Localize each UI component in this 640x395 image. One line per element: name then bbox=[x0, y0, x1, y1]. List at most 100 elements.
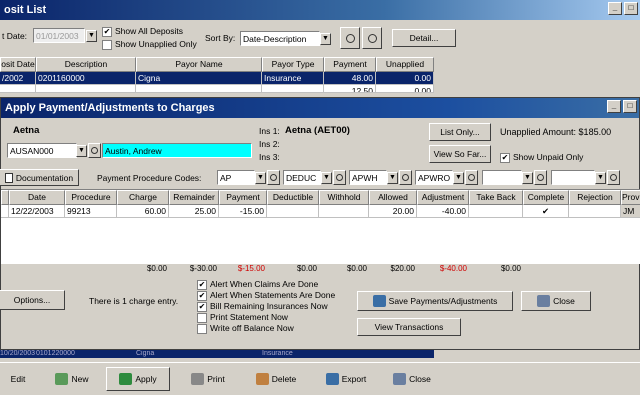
column-header[interactable]: Description bbox=[36, 57, 136, 72]
provider-cell[interactable]: JM bbox=[621, 205, 640, 218]
minimize-icon[interactable]: _ bbox=[608, 2, 622, 15]
apply-button[interactable]: Apply bbox=[106, 367, 170, 391]
code-select-3[interactable]: APWH bbox=[349, 170, 387, 185]
code-select-1[interactable]: AP bbox=[217, 170, 255, 185]
new-button[interactable]: New bbox=[44, 367, 100, 391]
printer-icon bbox=[191, 373, 205, 385]
column-header[interactable]: Deductible bbox=[267, 190, 319, 205]
search-icon[interactable] bbox=[465, 170, 478, 185]
search-icon[interactable] bbox=[607, 170, 620, 185]
unapplied-amount: Unapplied Amount: $185.00 bbox=[500, 127, 612, 137]
options-button[interactable]: Options... bbox=[0, 290, 65, 310]
search-icon[interactable] bbox=[340, 27, 360, 49]
column-header[interactable]: Complete bbox=[523, 190, 569, 205]
search-icon[interactable] bbox=[534, 170, 547, 185]
column-header[interactable]: Payment bbox=[219, 190, 267, 205]
documentation-button[interactable]: Documentation bbox=[0, 169, 79, 186]
column-header[interactable]: Payor Name bbox=[136, 57, 262, 72]
deposit-list-titlebar: osit List _ □ bbox=[0, 0, 640, 20]
column-header[interactable]: Date bbox=[9, 190, 65, 205]
rejection-cell[interactable] bbox=[569, 205, 621, 218]
write-off-checkbox[interactable]: Write off Balance Now bbox=[197, 323, 335, 334]
show-unapplied-only-checkbox[interactable]: Show Unapplied Only bbox=[102, 39, 197, 50]
date-field[interactable]: 01/01/2003 bbox=[33, 28, 85, 43]
column-header[interactable]: Procedure bbox=[65, 190, 117, 205]
take-back-cell[interactable] bbox=[469, 205, 523, 218]
maximize-icon[interactable]: □ bbox=[623, 100, 637, 113]
column-header[interactable]: Remainder bbox=[169, 190, 219, 205]
column-header[interactable]: Charge bbox=[117, 190, 169, 205]
view-transactions-button[interactable]: View Transactions bbox=[357, 318, 461, 336]
table-cell bbox=[136, 85, 262, 93]
search-icon[interactable] bbox=[88, 143, 101, 158]
minimize-icon[interactable]: _ bbox=[607, 100, 621, 113]
adjustment-cell[interactable]: -40.00 bbox=[417, 205, 469, 218]
payor-name: Aetna bbox=[13, 125, 40, 136]
chevron-down-icon[interactable]: ▼ bbox=[522, 172, 533, 184]
apply-payment-window: Apply Payment/Adjustments to Charges _ □… bbox=[0, 97, 640, 350]
column-header[interactable]: Adjustment bbox=[417, 190, 469, 205]
search-icon[interactable] bbox=[333, 170, 346, 185]
chevron-down-icon[interactable]: ▼ bbox=[595, 172, 606, 184]
table-row[interactable]: 12.50 0.00 bbox=[0, 85, 434, 93]
column-header[interactable]: Provi bbox=[621, 190, 640, 205]
deposit-grid: osit Date Description Payor Name Payor T… bbox=[0, 57, 434, 93]
chevron-down-icon[interactable]: ▼ bbox=[76, 145, 87, 157]
complete-checkbox[interactable]: ✔ bbox=[523, 205, 569, 218]
total-payment: $-15.00 bbox=[237, 264, 265, 273]
edit-button[interactable]: Edit bbox=[0, 367, 38, 391]
print-statement-checkbox[interactable]: Print Statement Now bbox=[197, 312, 335, 323]
alert-claims-checkbox[interactable]: ✔ Alert When Claims Are Done bbox=[197, 279, 335, 290]
close-button[interactable]: Close bbox=[384, 367, 440, 391]
column-header[interactable]: Unapplied bbox=[376, 57, 434, 72]
delete-button[interactable]: Delete bbox=[246, 367, 306, 391]
total-deductible: $0.00 bbox=[296, 264, 317, 273]
column-header[interactable]: Payor Type bbox=[262, 57, 324, 72]
save-payments-button[interactable]: Save Payments/Adjustments bbox=[357, 291, 513, 311]
table-cell: Cigna bbox=[136, 72, 262, 85]
table-cell: 0101220000 bbox=[36, 350, 75, 357]
search-icon[interactable] bbox=[267, 170, 280, 185]
total-allowed: $20.00 bbox=[390, 264, 415, 273]
column-header[interactable]: Withhold bbox=[319, 190, 369, 205]
deductible-cell[interactable] bbox=[267, 205, 319, 218]
search-icon[interactable] bbox=[362, 27, 382, 49]
chevron-down-icon[interactable]: ▼ bbox=[320, 33, 331, 45]
show-all-deposits-checkbox[interactable]: ✔ Show All Deposits bbox=[102, 26, 183, 37]
list-only-button[interactable]: List Only... bbox=[429, 123, 491, 141]
payment-cell[interactable]: -15.00 bbox=[219, 205, 267, 218]
alert-statements-checkbox[interactable]: ✔ Alert When Statements Are Done bbox=[197, 290, 335, 301]
export-button[interactable]: Export bbox=[316, 367, 376, 391]
bill-remaining-checkbox[interactable]: ✔ Bill Remaining Insurances Now bbox=[197, 301, 335, 312]
chevron-down-icon[interactable]: ▼ bbox=[255, 172, 266, 184]
chevron-down-icon[interactable]: ▼ bbox=[453, 172, 464, 184]
column-header[interactable]: Allowed bbox=[369, 190, 417, 205]
print-button[interactable]: Print bbox=[180, 367, 236, 391]
allowed-cell[interactable]: 20.00 bbox=[369, 205, 417, 218]
maximize-icon[interactable]: □ bbox=[624, 2, 638, 15]
code-select-5[interactable] bbox=[482, 170, 522, 185]
column-header[interactable]: osit Date bbox=[0, 57, 36, 72]
patient-code-field[interactable]: AUSAN000 bbox=[7, 143, 77, 158]
code-select-6[interactable] bbox=[551, 170, 595, 185]
withhold-cell[interactable] bbox=[319, 205, 369, 218]
chevron-down-icon[interactable]: ▼ bbox=[387, 172, 398, 184]
table-cell bbox=[262, 85, 324, 93]
chevron-down-icon[interactable]: ▼ bbox=[321, 172, 332, 184]
patient-name-field[interactable]: Austin, Andrew bbox=[102, 143, 252, 158]
column-header[interactable]: Take Back bbox=[469, 190, 523, 205]
sort-by-select[interactable]: Date-Description bbox=[240, 31, 320, 46]
view-so-far-button[interactable]: View So Far... bbox=[429, 145, 491, 163]
code-select-2[interactable]: DEDUC bbox=[283, 170, 321, 185]
code-select-4[interactable]: APWRO bbox=[415, 170, 453, 185]
search-icon[interactable] bbox=[399, 170, 412, 185]
close-window-button[interactable]: Close bbox=[521, 291, 591, 311]
detail-button[interactable]: Detail... bbox=[392, 29, 456, 47]
column-header[interactable]: Rejection bbox=[569, 190, 621, 205]
table-row[interactable]: /2002 0201160000 Cigna Insurance 48.00 0… bbox=[0, 72, 434, 85]
table-cell: 60.00 bbox=[117, 205, 169, 218]
column-header[interactable]: Payment bbox=[324, 57, 376, 72]
table-row[interactable]: 12/22/2003 99213 60.00 25.00 -15.00 20.0… bbox=[1, 205, 640, 218]
show-unpaid-only-checkbox[interactable]: ✔ Show Unpaid Only bbox=[500, 152, 583, 163]
chevron-down-icon[interactable]: ▼ bbox=[86, 30, 97, 42]
